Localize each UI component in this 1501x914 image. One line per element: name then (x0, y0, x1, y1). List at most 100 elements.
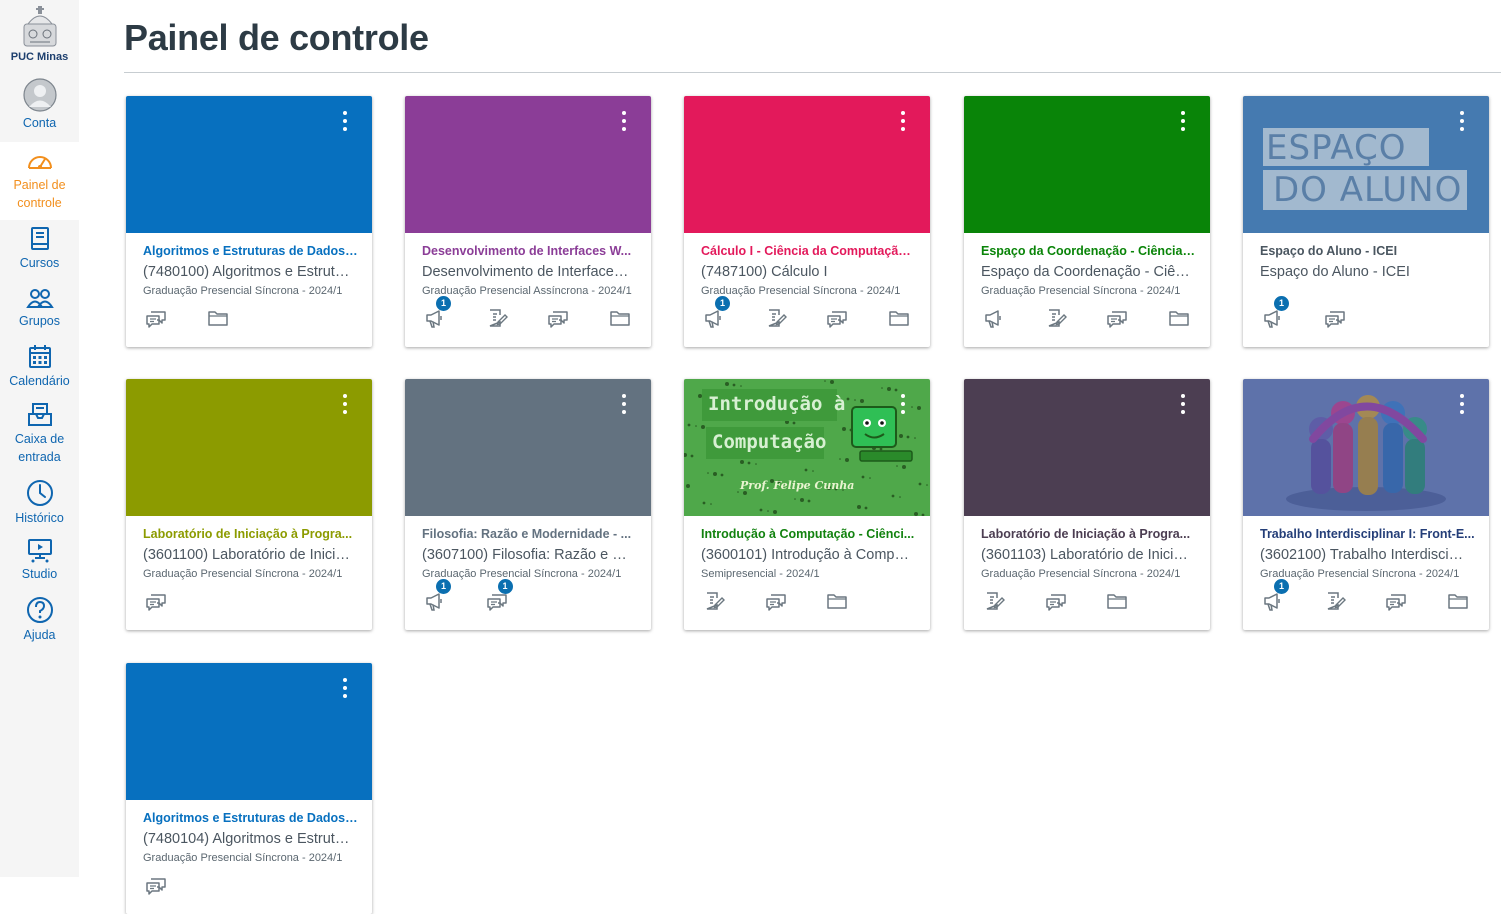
course-title-link[interactable]: Espaço do Aluno - ICEI (1260, 244, 1475, 258)
course-card[interactable]: Algoritmos e Estruturas de Dados ... (748… (126, 96, 372, 347)
course-card-header[interactable] (126, 96, 372, 233)
course-title-link[interactable]: Filosofia: Razão e Modernidade - ... (422, 527, 637, 541)
course-card[interactable]: Laboratório de Iniciação à Progra... (360… (126, 379, 372, 630)
course-card-header[interactable]: Introdução à Computação Prof. Felipe Cunha (684, 379, 930, 516)
card-options-kebab-icon[interactable] (1176, 111, 1190, 137)
nav-item-help[interactable]: Ajuda (0, 596, 79, 648)
course-card[interactable]: Espaço da Coordenação - Ciência ... Espaç… (964, 96, 1210, 347)
course-term: Graduação Presencial Síncrona - 2024/1 (143, 285, 343, 297)
course-code: (3602100) Trabalho Interdisci… (1260, 547, 1464, 563)
card-action-discussions[interactable] (547, 307, 571, 331)
course-card-header[interactable]: ESPAÇO DO ALUNO (1243, 96, 1489, 233)
card-options-kebab-icon[interactable] (338, 111, 352, 137)
nav-item-history[interactable]: Histórico (0, 479, 79, 531)
card-action-files[interactable] (1447, 590, 1471, 614)
nav-item-dashboard[interactable]: Painel de controle (0, 142, 79, 220)
course-title-link[interactable]: Laboratório de Iniciação à Progra... (981, 527, 1196, 541)
nav-item-inbox[interactable]: Caixa de entrada (0, 402, 79, 470)
card-action-announcements[interactable]: 1 (1262, 296, 1289, 331)
card-action-files[interactable] (888, 307, 912, 331)
card-action-discussions[interactable] (145, 590, 169, 614)
nav-item-courses[interactable]: Cursos (0, 226, 79, 278)
card-action-assignments[interactable] (765, 307, 789, 331)
course-card-header[interactable] (684, 96, 930, 233)
card-options-kebab-icon[interactable] (338, 678, 352, 704)
card-action-assignments[interactable] (983, 590, 1007, 614)
card-options-kebab-icon[interactable] (1455, 111, 1469, 137)
course-title-link[interactable]: Algoritmos e Estruturas de Dados ... (143, 244, 358, 258)
course-term: Graduação Presencial Síncrona - 2024/1 (1260, 568, 1460, 580)
course-title-link[interactable]: Laboratório de Iniciação à Progra... (143, 527, 358, 541)
nav-item-label: Histórico (15, 511, 64, 525)
course-title-link[interactable]: Introdução à Computação - Ciênci... (701, 527, 916, 541)
card-action-announcements[interactable]: 1 (703, 296, 730, 331)
course-card-header[interactable] (964, 379, 1210, 516)
card-options-kebab-icon[interactable] (896, 394, 910, 420)
image-caption-line-2: Computação (712, 431, 827, 453)
nav-item-account[interactable]: Conta (0, 78, 79, 142)
nav-item-studio[interactable]: Studio (0, 537, 79, 589)
card-action-assignments[interactable] (1324, 590, 1348, 614)
discussions-icon (1385, 590, 1409, 612)
card-options-kebab-icon[interactable] (1176, 394, 1190, 420)
course-card-header[interactable] (964, 96, 1210, 233)
card-action-files[interactable] (1168, 307, 1192, 331)
discussions-icon (1045, 590, 1069, 612)
discussions-icon (1106, 307, 1130, 329)
card-action-files[interactable] (1106, 590, 1130, 614)
course-title-link[interactable]: Algoritmos e Estruturas de Dados ... (143, 811, 358, 825)
card-action-discussions[interactable] (765, 590, 789, 614)
course-card-header[interactable] (405, 379, 651, 516)
course-title-link[interactable]: Trabalho Interdisciplinar I: Front-E... (1260, 527, 1475, 541)
course-title-link[interactable]: Cálculo I - Ciência da Computação... (701, 244, 916, 258)
course-card[interactable]: Desenvolvimento de Interfaces W... Desenv… (405, 96, 651, 347)
card-action-discussions[interactable] (1106, 307, 1130, 331)
card-options-kebab-icon[interactable] (1455, 394, 1469, 420)
course-card[interactable]: Cálculo I - Ciência da Computação... (748… (684, 96, 930, 347)
course-code: Espaço da Coordenação - Ciên… (981, 264, 1196, 280)
nav-item-calendar[interactable]: Calendário (0, 344, 79, 396)
card-action-discussions[interactable] (145, 307, 169, 331)
card-action-announcements[interactable]: 1 (1262, 579, 1289, 614)
nav-item-label: Caixa de entrada (14, 432, 65, 464)
card-action-announcements[interactable]: 1 (424, 296, 451, 331)
puc-minas-logo[interactable]: PUC Minas (0, 4, 79, 68)
nav-item-groups[interactable]: Grupos (0, 286, 79, 338)
card-action-assignments[interactable] (703, 590, 727, 614)
card-action-discussions[interactable] (1385, 590, 1409, 614)
card-options-kebab-icon[interactable] (617, 394, 631, 420)
card-action-discussions[interactable]: 1 (486, 579, 513, 614)
card-options-kebab-icon[interactable] (617, 111, 631, 137)
course-card-header[interactable] (126, 663, 372, 800)
course-card[interactable]: ESPAÇO DO ALUNO Espaço do Aluno - ICEI Espa… (1243, 96, 1489, 347)
card-options-kebab-icon[interactable] (896, 111, 910, 137)
course-card-header[interactable] (126, 379, 372, 516)
course-card[interactable]: Algoritmos e Estruturas de Dados ... (748… (126, 663, 372, 914)
card-action-discussions[interactable] (826, 307, 850, 331)
course-card-header[interactable] (1243, 379, 1489, 516)
card-options-kebab-icon[interactable] (338, 394, 352, 420)
course-card[interactable]: Introdução à Computação Prof. Felipe Cunha… (684, 379, 930, 630)
course-card[interactable]: Filosofia: Razão e Modernidade - ... (360… (405, 379, 651, 630)
files-icon (1447, 590, 1471, 612)
course-code: (7480100) Algoritmos e Estrut… (143, 264, 350, 280)
card-action-assignments[interactable] (486, 307, 510, 331)
course-title-link[interactable]: Espaço da Coordenação - Ciência ... (981, 244, 1196, 258)
card-action-files[interactable] (609, 307, 633, 331)
card-action-files[interactable] (826, 590, 850, 614)
calendar-icon (28, 345, 51, 368)
card-action-announcements[interactable] (983, 307, 1007, 331)
course-card[interactable]: Trabalho Interdisciplinar I: Front-E... (… (1243, 379, 1489, 630)
course-term: Graduação Presencial Síncrona - 2024/1 (981, 568, 1181, 580)
course-title-link[interactable]: Desenvolvimento de Interfaces W... (422, 244, 637, 258)
nav-item-label: Studio (21, 567, 58, 581)
course-card-header[interactable] (405, 96, 651, 233)
unread-count-badge: 1 (1274, 296, 1289, 311)
card-action-files[interactable] (207, 307, 231, 331)
card-action-discussions[interactable] (145, 874, 169, 898)
card-action-announcements[interactable]: 1 (424, 579, 451, 614)
card-action-assignments[interactable] (1045, 307, 1069, 331)
card-action-discussions[interactable] (1324, 307, 1348, 331)
card-action-discussions[interactable] (1045, 590, 1069, 614)
course-card[interactable]: Laboratório de Iniciação à Progra... (360… (964, 379, 1210, 630)
